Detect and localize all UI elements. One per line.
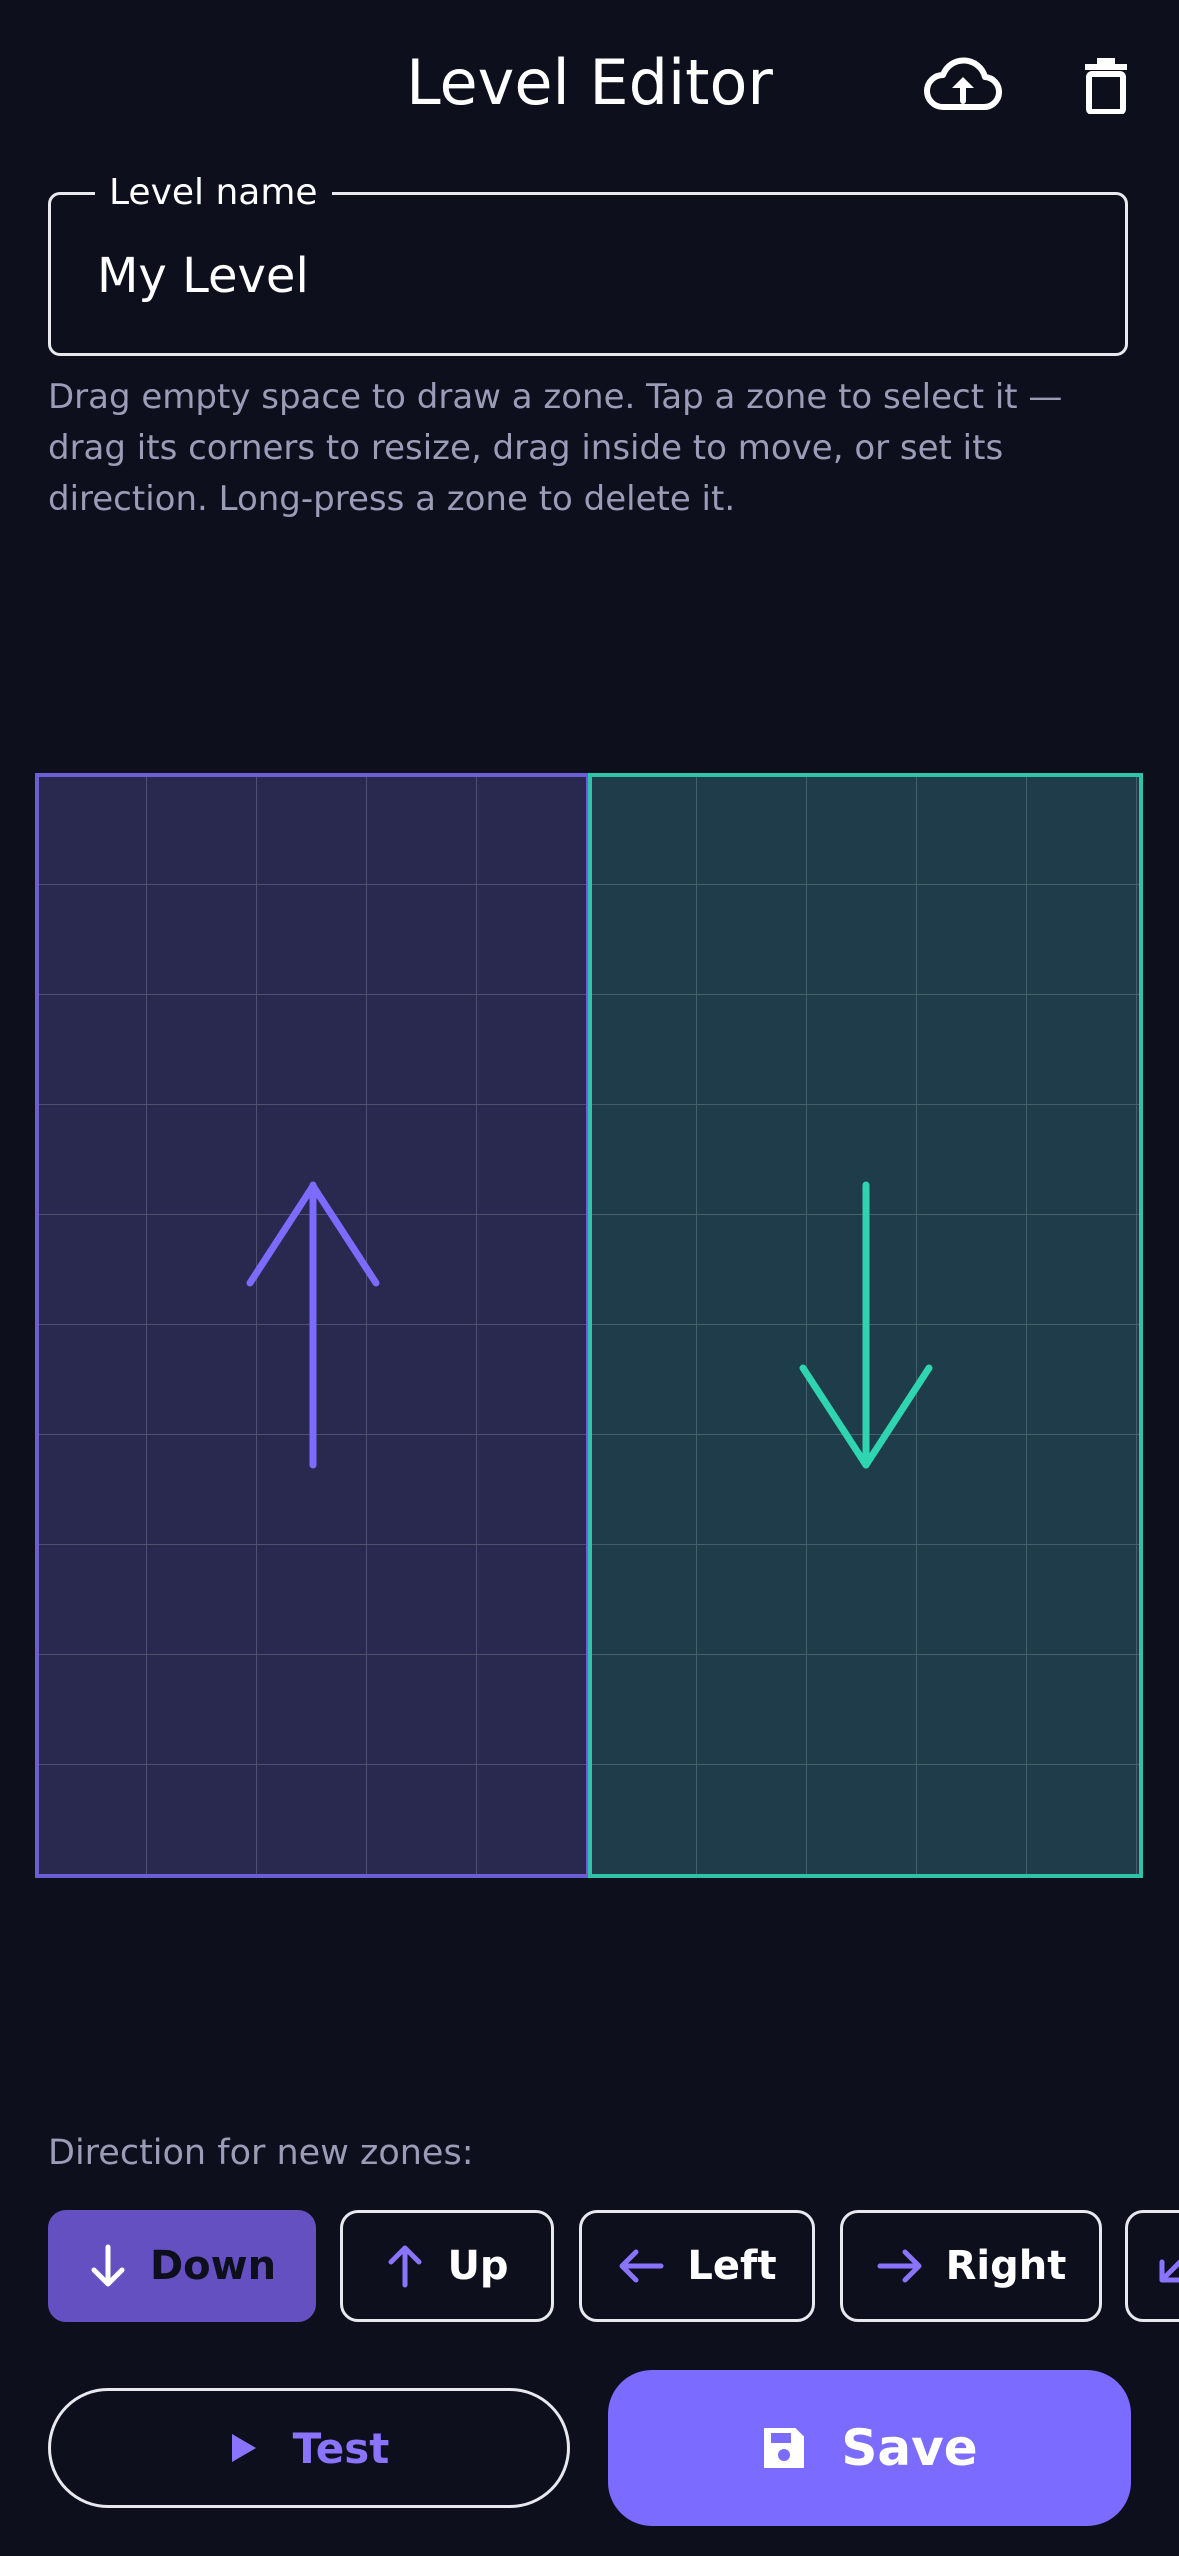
level-name-label: Level name (95, 171, 332, 215)
test-button[interactable]: Test (48, 2388, 570, 2508)
save-icon (761, 2425, 807, 2471)
save-button[interactable]: Save (608, 2370, 1131, 2526)
direction-chip-down-left[interactable] (1125, 2210, 1179, 2322)
arrow-down-icon (88, 2243, 128, 2289)
cloud-upload-icon (924, 57, 1003, 111)
canvas-svg (35, 773, 1143, 1878)
arrow-down-left-icon (1156, 2246, 1179, 2286)
direction-chip-label: Down (149, 2243, 277, 2289)
direction-chip-up[interactable]: Up (340, 2210, 554, 2322)
delete-level-button[interactable] (1068, 40, 1144, 130)
arrow-up-icon (385, 2243, 425, 2289)
level-name-field[interactable]: Level name (48, 171, 1128, 356)
trash-icon (1085, 58, 1127, 114)
direction-chip-left[interactable]: Left (579, 2210, 815, 2322)
direction-chip-row: Down Up Left Right (0, 2210, 1179, 2325)
zone-up[interactable] (35, 773, 590, 1878)
upload-button[interactable] (915, 40, 1011, 130)
direction-chip-label: Left (687, 2243, 777, 2289)
direction-chip-down[interactable]: Down (48, 2210, 316, 2322)
save-button-label: Save (841, 2419, 978, 2477)
play-icon (229, 2432, 259, 2464)
direction-label: Direction for new zones: (48, 2133, 474, 2173)
level-name-input[interactable] (97, 241, 1057, 311)
top-app-bar: Level Editor (0, 0, 1179, 165)
instructions-text: Drag empty space to draw a zone. Tap a z… (48, 377, 1063, 519)
direction-chip-right[interactable]: Right (840, 2210, 1102, 2322)
direction-chip-label: Right (945, 2243, 1067, 2289)
level-canvas[interactable] (0, 760, 1179, 1890)
arrow-left-icon (617, 2246, 665, 2286)
test-button-label: Test (292, 2423, 390, 2473)
arrow-right-icon (876, 2246, 924, 2286)
direction-chip-label: Up (447, 2243, 509, 2289)
zone-down[interactable] (588, 773, 1143, 1878)
